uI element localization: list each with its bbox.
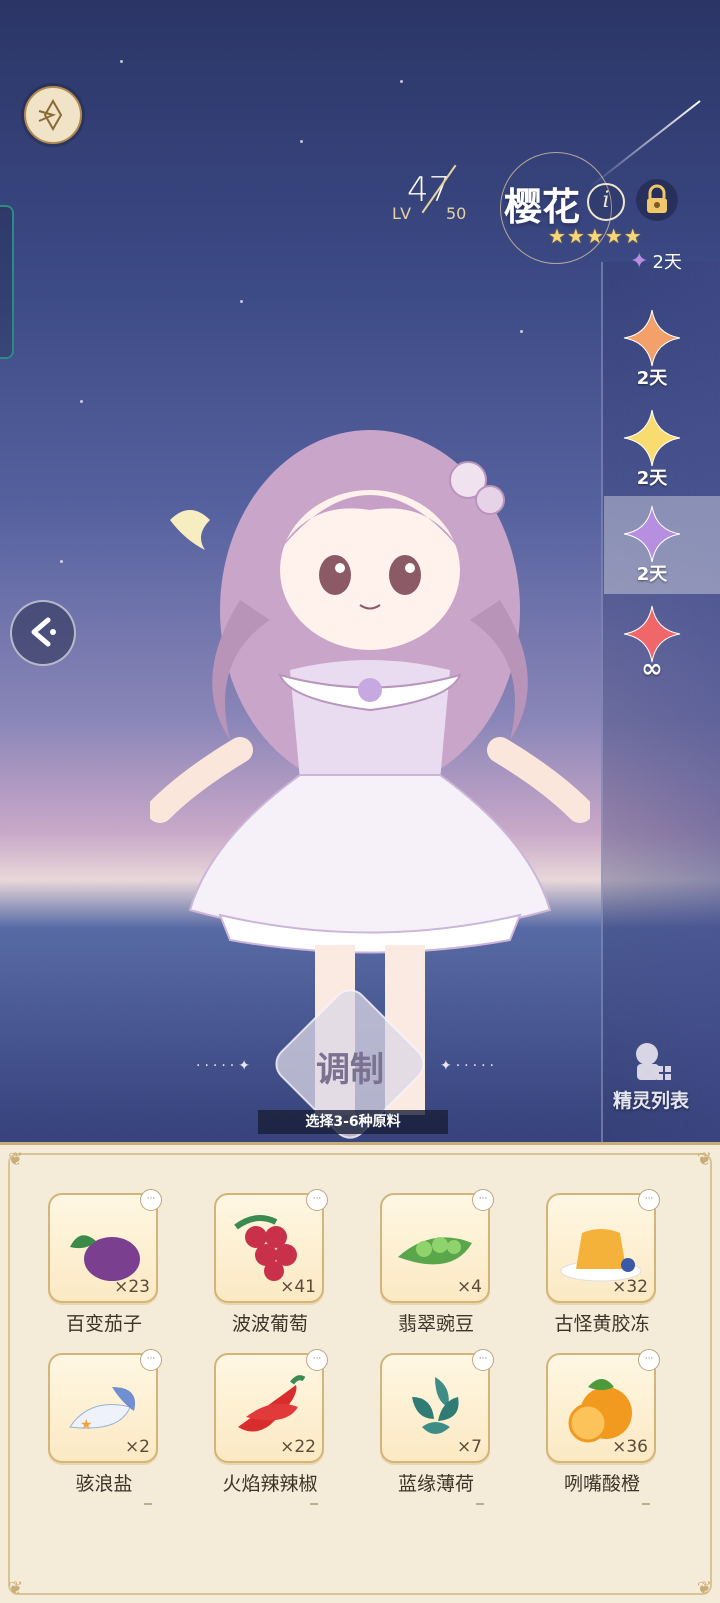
- chevron-left-icon: [31, 617, 56, 647]
- character-name: 樱花: [504, 185, 581, 229]
- grapes-icon: [234, 1215, 297, 1281]
- slot-red[interactable]: ∞: [604, 596, 720, 694]
- ingredient-item[interactable]: ×7 ··· 蓝缘薄荷: [380, 1349, 494, 1496]
- star-dot: [80, 400, 83, 403]
- orange-icon: [568, 1379, 632, 1443]
- ingredient-name: 咧嘴酸橙: [563, 1473, 640, 1495]
- svg-text:★: ★: [80, 1417, 93, 1433]
- more-icon[interactable]: ···: [306, 1349, 328, 1371]
- slot-label: 2天: [636, 564, 668, 585]
- ingredient-count: ×32: [612, 1277, 648, 1297]
- craft-hint: 选择3-6种原料: [258, 1110, 448, 1134]
- slot-label: 2天: [636, 368, 668, 389]
- orange-sparkle-icon: [623, 309, 681, 367]
- ingredient-name: 波波葡萄: [231, 1313, 308, 1335]
- ingredient-name: 翡翠豌豆: [397, 1313, 474, 1335]
- ingredient-count: ×2: [124, 1437, 150, 1457]
- ingredient-item[interactable]: ×32 ··· 古怪黄胶冻: [546, 1189, 660, 1336]
- star-dot: [60, 560, 63, 563]
- star-dot: [300, 140, 303, 143]
- sprite-list-button[interactable]: 精灵列表: [606, 1036, 696, 1113]
- level-label: LV: [392, 204, 413, 223]
- info-button[interactable]: i: [587, 183, 625, 221]
- ingredient-card[interactable]: ×4 ···: [380, 1189, 494, 1303]
- ingredient-item[interactable]: ★ ×2 ··· 骇浪盐: [48, 1349, 162, 1496]
- shooting-star: [589, 100, 701, 188]
- craft-button-label[interactable]: 调制: [300, 1042, 400, 1091]
- previous-character-button[interactable]: [10, 600, 76, 666]
- scroll-hint: [144, 1503, 152, 1505]
- ingredient-card[interactable]: ×32 ···: [546, 1189, 660, 1303]
- ingredients-panel: ❦ ❦ ❦ ❦ ×23 ··· 百变茄子 ×41 ··· 波波葡萄 ×4 ···…: [0, 1142, 720, 1603]
- ingredient-card[interactable]: ×23 ···: [48, 1189, 162, 1303]
- rarity-stars: ★★★★★: [548, 224, 643, 248]
- chili-icon: [238, 1375, 306, 1432]
- ingredient-name: 骇浪盐: [75, 1473, 133, 1495]
- more-icon[interactable]: ···: [638, 1189, 660, 1211]
- salt-icon: ★: [69, 1387, 136, 1433]
- ingredient-name: 火焰辣辣椒: [222, 1473, 318, 1495]
- ingredient-card[interactable]: ★ ×2 ···: [48, 1349, 162, 1463]
- ingredient-count: ×41: [280, 1277, 316, 1297]
- ingredient-card[interactable]: ×22 ···: [214, 1349, 328, 1463]
- ingredient-item[interactable]: ×36 ··· 咧嘴酸橙: [546, 1349, 660, 1496]
- corner-ornament: ❦: [8, 1149, 24, 1170]
- lock-icon: [647, 184, 667, 213]
- star-dot: [240, 300, 243, 303]
- star-dot: [120, 60, 123, 63]
- sparkle-icon: ✦: [630, 249, 649, 274]
- mint-icon: [412, 1377, 459, 1434]
- star-dot: [520, 330, 523, 333]
- slot-purple-active[interactable]: 2天: [604, 496, 720, 594]
- eggplant-icon: [70, 1235, 140, 1281]
- star-dot: [400, 80, 403, 83]
- corner-ornament: ❦: [696, 1149, 712, 1170]
- scroll-hint: [476, 1503, 484, 1505]
- ingredient-count: ×4: [456, 1277, 482, 1297]
- corner-ornament: ❦: [696, 1578, 712, 1599]
- wing-icon: [38, 98, 63, 132]
- decor-dots-left: ·····✦: [196, 1058, 254, 1074]
- purple-sparkle-icon: [623, 505, 681, 563]
- jelly-icon: [560, 1229, 642, 1282]
- ingredient-item[interactable]: ×23 ··· 百变茄子: [48, 1189, 162, 1336]
- ingredient-item[interactable]: ×4 ··· 翡翠豌豆: [380, 1189, 494, 1336]
- level-max: 50: [446, 204, 467, 223]
- slot-label: ∞: [641, 654, 663, 684]
- ingredient-name: 百变茄子: [65, 1313, 142, 1335]
- yellow-sparkle-icon: [623, 409, 681, 467]
- slot-yellow[interactable]: 2天: [604, 400, 720, 498]
- ingredient-count: ×36: [612, 1437, 648, 1457]
- slot-orange[interactable]: 2天: [604, 300, 720, 398]
- ingredient-item[interactable]: ×41 ··· 波波葡萄: [214, 1189, 328, 1336]
- ingredient-count: ×7: [456, 1437, 482, 1457]
- lock-button[interactable]: [636, 179, 678, 221]
- scroll-hint: [310, 1503, 318, 1505]
- more-icon[interactable]: ···: [472, 1189, 494, 1211]
- ingredient-card[interactable]: ×41 ···: [214, 1189, 328, 1303]
- ingredient-name: 蓝缘薄荷: [397, 1473, 474, 1495]
- ingredient-card[interactable]: ×36 ···: [546, 1349, 660, 1463]
- slot-label: 2天: [636, 468, 668, 489]
- ingredient-count: ×22: [280, 1437, 316, 1457]
- more-icon[interactable]: ···: [306, 1189, 328, 1211]
- more-icon[interactable]: ···: [472, 1349, 494, 1371]
- sprite-list-label: 精灵列表: [612, 1090, 689, 1112]
- top-timer-label: 2天: [652, 252, 682, 273]
- wing-menu-button[interactable]: [24, 86, 82, 144]
- left-drawer-tab[interactable]: [0, 205, 14, 359]
- peas-icon: [398, 1237, 472, 1265]
- more-icon[interactable]: ···: [638, 1349, 660, 1371]
- sprite-list-icon: [636, 1043, 671, 1080]
- more-icon[interactable]: ···: [140, 1349, 162, 1371]
- ingredient-name: 古怪黄胶冻: [554, 1313, 650, 1335]
- top-timer: ✦ 2天: [630, 248, 682, 274]
- ingredient-count: ×23: [114, 1277, 150, 1297]
- corner-ornament: ❦: [8, 1578, 24, 1599]
- more-icon[interactable]: ···: [140, 1189, 162, 1211]
- ingredient-card[interactable]: ×7 ···: [380, 1349, 494, 1463]
- ingredient-item[interactable]: ×22 ··· 火焰辣辣椒: [214, 1349, 328, 1496]
- decor-dots-right: ✦·····: [440, 1058, 498, 1074]
- scroll-hint: [642, 1503, 650, 1505]
